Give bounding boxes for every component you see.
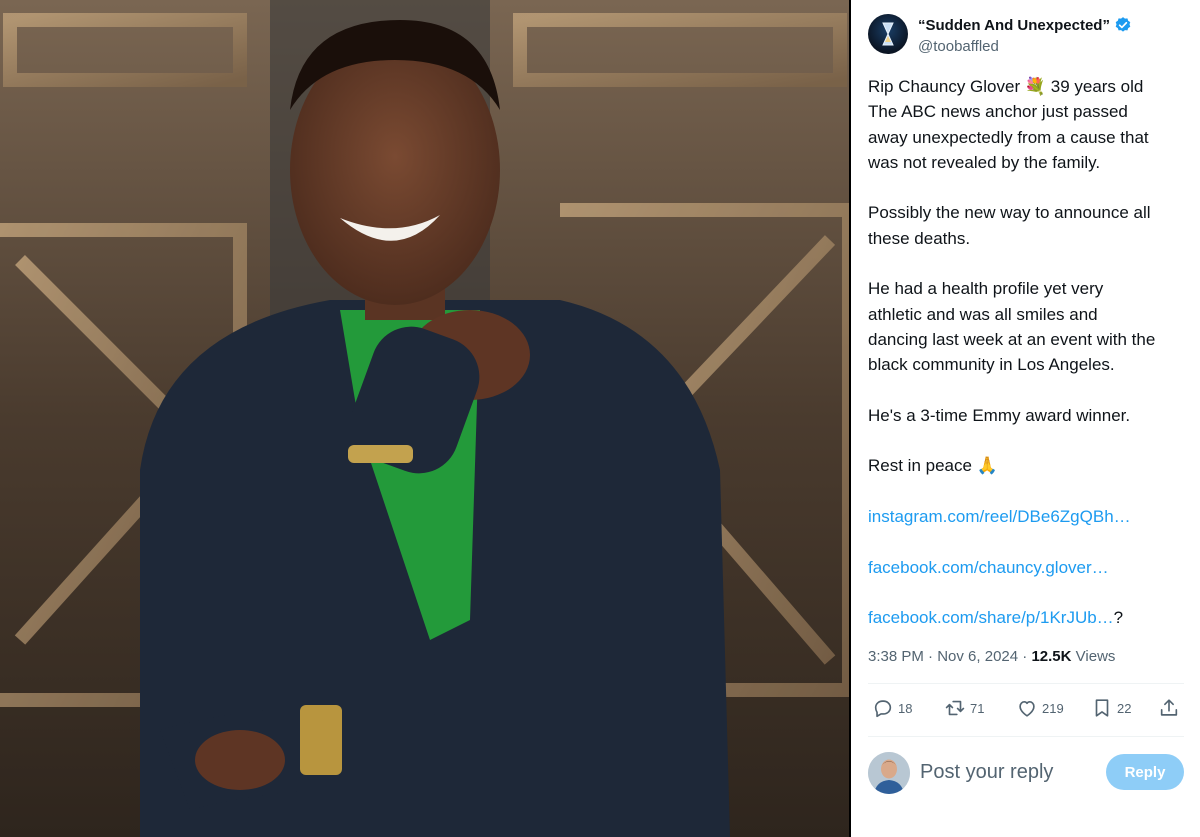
reply-button[interactable]: Reply	[1106, 754, 1184, 790]
repost-count: 71	[970, 700, 985, 716]
tweet-line: athletic and was all smiles and	[868, 304, 1098, 324]
reply-composer: Post your reply Reply	[868, 752, 1184, 794]
share-icon	[1160, 699, 1178, 716]
views-count: 12.5K	[1031, 648, 1072, 665]
tweet-line: Rest in peace 🙏	[868, 456, 998, 476]
tweet-line: He had a health profile yet very	[868, 279, 1104, 299]
tweet-paragraph: He had a health profile yet very athleti…	[868, 276, 1190, 377]
tweet-time[interactable]: 3:38 PM	[868, 648, 924, 665]
avatar-picture	[868, 752, 910, 794]
photo-illustration	[0, 0, 849, 837]
tweet-photo[interactable]	[0, 0, 849, 837]
meta-dot: ·	[1022, 648, 1028, 665]
facebook-profile-link[interactable]: facebook.com/chauncy.glover…	[868, 558, 1109, 577]
tweet-line: away unexpectedly from a cause that	[868, 127, 1149, 147]
action-bar: 18 71 219 22	[868, 697, 1184, 723]
tweet-panel: “Sudden And Unexpected” @toobaffled Rip …	[851, 0, 1200, 837]
instagram-reel-link[interactable]: instagram.com/reel/DBe6ZgQBh…	[868, 507, 1131, 526]
reply-count: 18	[898, 700, 913, 716]
author-name-row[interactable]: “Sudden And Unexpected”	[918, 16, 1132, 34]
tweet-link-line: facebook.com/share/p/1KrJUb…?	[868, 605, 1190, 630]
tweet-line: these deaths.	[868, 228, 971, 248]
tweet-paragraph: Rest in peace 🙏	[868, 453, 1190, 478]
tweet-line: black community in Los Angeles.	[868, 355, 1115, 375]
like-icon	[1019, 701, 1035, 717]
tweet-line: dancing last week at an event with the	[868, 329, 1156, 349]
link-suffix: ?	[1113, 608, 1124, 628]
separator	[868, 736, 1184, 737]
tweet-line: The ABC news anchor just passed	[868, 102, 1128, 122]
verified-badge-icon	[1115, 17, 1131, 32]
separator	[868, 683, 1184, 684]
facebook-share-link[interactable]: facebook.com/share/p/1KrJUb…	[868, 608, 1114, 627]
tweet-paragraph: He's a 3-time Emmy award winner.	[868, 403, 1190, 428]
share-action[interactable]	[1158, 697, 1180, 719]
tweet-date[interactable]: Nov 6, 2024	[937, 648, 1018, 665]
tweet-line: was not revealed by the family.	[868, 152, 1101, 172]
like-action[interactable]: 219	[1016, 697, 1064, 719]
reply-input[interactable]: Post your reply	[920, 761, 1053, 784]
tweet-paragraph: Possibly the new way to announce all the…	[868, 200, 1190, 251]
tweet-link-line: instagram.com/reel/DBe6ZgQBh…	[868, 504, 1190, 529]
bookmark-icon	[1095, 699, 1109, 717]
reply-action[interactable]: 18	[872, 697, 912, 719]
current-user-avatar[interactable]	[868, 752, 910, 794]
tweet-line: Possibly the new way to announce all	[868, 203, 1151, 223]
tweet-paragraph: Rip Chauncy Glover 💐 39 years old The AB…	[868, 74, 1190, 175]
author-handle[interactable]: @toobaffled	[918, 38, 999, 55]
tweet-meta: 3:38 PM · Nov 6, 2024 · 12.5K Views	[868, 648, 1115, 665]
author-display-name[interactable]: “Sudden And Unexpected”	[918, 17, 1110, 34]
meta-dot: ·	[928, 648, 934, 665]
like-count: 219	[1042, 700, 1064, 716]
views-label: Views	[1075, 648, 1116, 665]
bookmark-action[interactable]: 22	[1091, 697, 1131, 719]
repost-icon	[945, 700, 965, 716]
tweet-header: “Sudden And Unexpected” @toobaffled	[868, 10, 1190, 62]
author-avatar[interactable]	[868, 14, 908, 54]
tweet-line: Rip Chauncy Glover 💐 39 years old	[868, 77, 1144, 96]
reply-icon	[874, 700, 892, 718]
repost-action[interactable]: 71	[944, 697, 984, 719]
tweet-body: Rip Chauncy Glover 💐 39 years old The AB…	[868, 74, 1190, 631]
tweet-link-line: facebook.com/chauncy.glover…	[868, 555, 1190, 580]
bookmark-count: 22	[1117, 700, 1132, 716]
hourglass-icon	[882, 22, 894, 46]
tweet-line: He's a 3-time Emmy award winner.	[868, 405, 1131, 425]
